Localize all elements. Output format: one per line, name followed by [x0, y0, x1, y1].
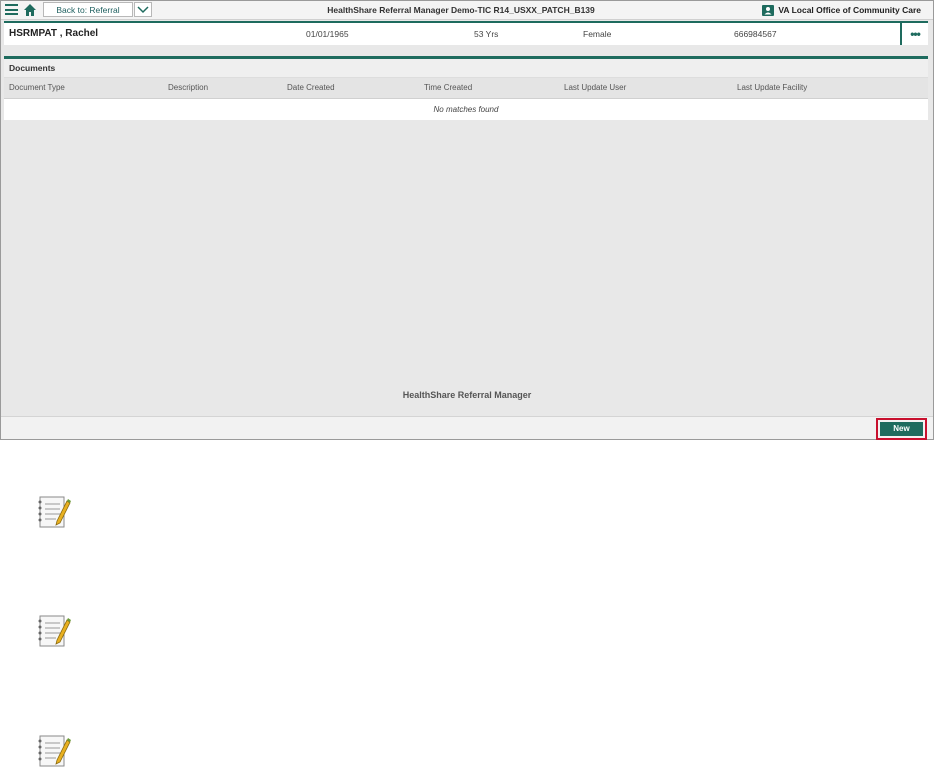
new-document-button[interactable]: New: [876, 418, 927, 440]
documents-panel: Documents Document Type Description Date…: [4, 56, 928, 120]
app-window: Back to: Referral Details HealthShare Re…: [0, 0, 934, 440]
patient-name: HSRMPAT , Rachel: [9, 28, 99, 39]
action-bar: New: [1, 416, 933, 440]
patient-dob: 01/01/1965: [306, 29, 349, 39]
column-last-update-facility[interactable]: Last Update Facility: [737, 78, 807, 98]
organization-name: VA Local Office of Community Care: [778, 5, 921, 15]
user-card-icon: [762, 4, 775, 16]
back-to-referral-details-button[interactable]: Back to: Referral Details: [43, 2, 133, 30]
chevron-down-icon[interactable]: [134, 2, 152, 17]
note-icon: [38, 496, 71, 528]
patient-id: 666984567: [734, 29, 777, 39]
patient-gender: Female: [583, 29, 612, 39]
column-last-update-user[interactable]: Last Update User: [564, 78, 626, 98]
hamburger-icon[interactable]: [5, 4, 18, 15]
column-date-created[interactable]: Date Created: [287, 78, 335, 98]
column-time-created[interactable]: Time Created: [424, 78, 472, 98]
patient-age: 53 Yrs: [474, 29, 499, 39]
documents-title: Documents: [4, 59, 928, 78]
footer-brand: HealthShare Referral Manager: [402, 390, 532, 400]
patient-banner: HSRMPAT , Rachel 01/01/1965 53 Yrs Femal…: [4, 21, 928, 45]
column-document-type[interactable]: Document Type: [9, 78, 65, 98]
app-title: HealthShare Referral Manager Demo-TIC R1…: [327, 5, 595, 15]
organization-selector[interactable]: VA Local Office of Community Care: [762, 1, 921, 19]
note-icon: [38, 615, 71, 647]
home-icon[interactable]: [23, 3, 37, 17]
empty-table-message: No matches found: [433, 105, 499, 114]
documents-table-header: Document Type Description Date Created T…: [4, 78, 928, 99]
note-icon: [38, 735, 71, 767]
column-description[interactable]: Description: [168, 78, 208, 98]
top-bar: Back to: Referral Details HealthShare Re…: [1, 1, 933, 30]
more-options-button[interactable]: •••: [900, 23, 928, 45]
new-button-label: New: [880, 422, 923, 436]
